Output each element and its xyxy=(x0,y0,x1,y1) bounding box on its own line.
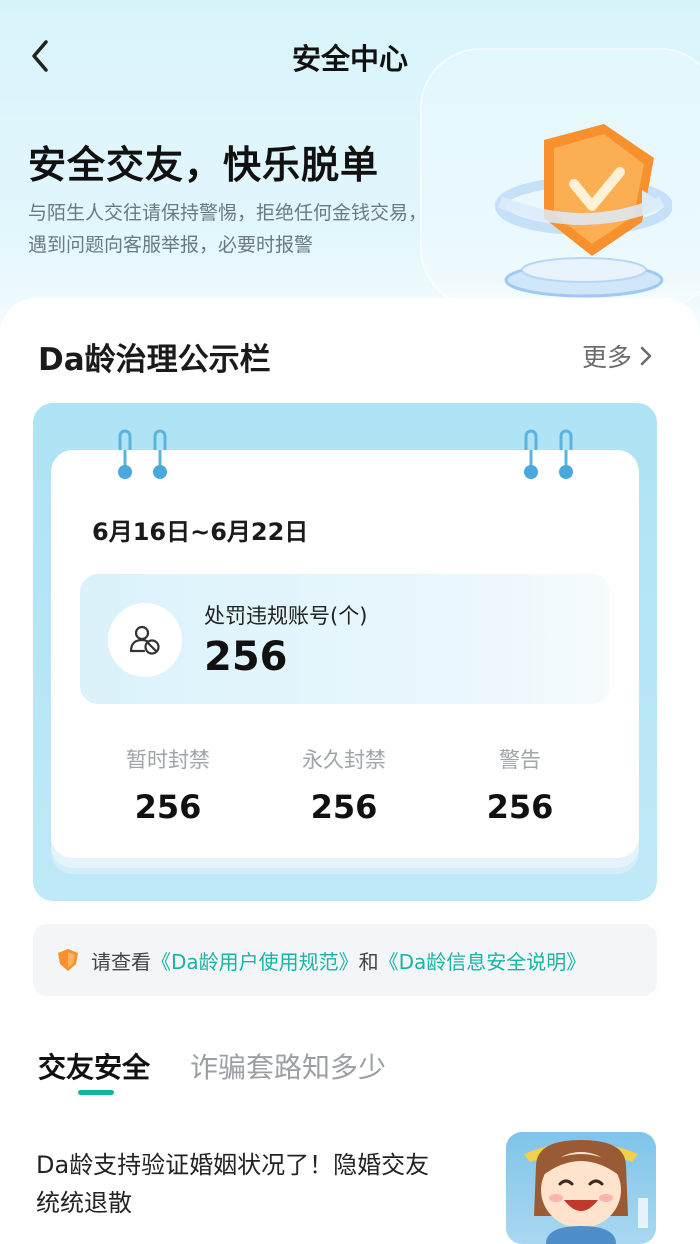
tab-fraud-tactics[interactable]: 诈骗套路知多少 xyxy=(190,1046,386,1086)
hero-description: 与陌生人交往请保持警惕，拒绝任何金钱交易， 遇到问题向客服举报，必要时报警 xyxy=(28,197,498,261)
active-tab-indicator xyxy=(78,1090,114,1095)
more-link[interactable]: 更多 xyxy=(582,338,654,374)
penalty-icon-wrap xyxy=(108,603,182,677)
shield-icon xyxy=(58,949,78,971)
binder-ring-icon xyxy=(524,429,538,479)
user-policy-link[interactable]: 《Da龄用户使用规范》 xyxy=(151,946,359,975)
binder-ring-icon xyxy=(153,429,167,479)
article-thumbnail[interactable] xyxy=(506,1132,656,1244)
hero-title: 安全交友，快乐脱单 xyxy=(28,143,380,187)
stat-label: 永久封禁 xyxy=(302,748,386,772)
stat-label: 暂时封禁 xyxy=(126,748,210,772)
article-title[interactable]: Da龄支持验证婚姻状况了！隐婚交友 统统退散 xyxy=(36,1146,476,1222)
tab-dating-safety[interactable]: 交友安全 xyxy=(38,1046,150,1086)
stat-value: 256 xyxy=(310,788,378,826)
stat-label: 警告 xyxy=(499,748,541,772)
shield-illustration-icon xyxy=(495,124,672,298)
user-banned-icon xyxy=(129,625,160,655)
chevron-right-icon xyxy=(640,346,652,366)
notice-prefix: 请查看 xyxy=(91,949,151,974)
article-title-line: 统统退散 xyxy=(36,1189,132,1217)
hero-desc-line: 与陌生人交往请保持警惕，拒绝任何金钱交易， xyxy=(28,202,428,224)
more-label: 更多 xyxy=(581,343,632,372)
cartoon-girl-icon xyxy=(524,1140,648,1244)
stat-warning: 警告 256 xyxy=(440,744,600,826)
hero-desc-line: 遇到问题向客服举报，必要时报警 xyxy=(28,234,314,256)
policy-notice: 请查看 《Da龄用户使用规范》 和 《Da龄信息安全说明》 xyxy=(33,924,657,996)
stat-permanent-ban: 永久封禁 256 xyxy=(264,744,424,826)
security-policy-link[interactable]: 《Da龄信息安全说明》 xyxy=(379,946,587,975)
binder-ring-icon xyxy=(559,429,573,479)
penalty-label: 处罚违规账号(个) xyxy=(204,604,368,628)
stat-value: 256 xyxy=(486,788,554,826)
penalty-value: 256 xyxy=(204,634,288,680)
date-range: 6月16日~6月22日 xyxy=(92,518,309,546)
article-title-line: Da龄支持验证婚姻状况了！隐婚交友 xyxy=(36,1151,430,1179)
stat-temporary-ban: 暂时封禁 256 xyxy=(88,744,248,826)
notice-conjunction: 和 xyxy=(358,949,379,974)
binder-ring-icon xyxy=(118,429,132,479)
stat-value: 256 xyxy=(134,788,202,826)
section-title: Da龄治理公示栏 xyxy=(38,342,271,378)
